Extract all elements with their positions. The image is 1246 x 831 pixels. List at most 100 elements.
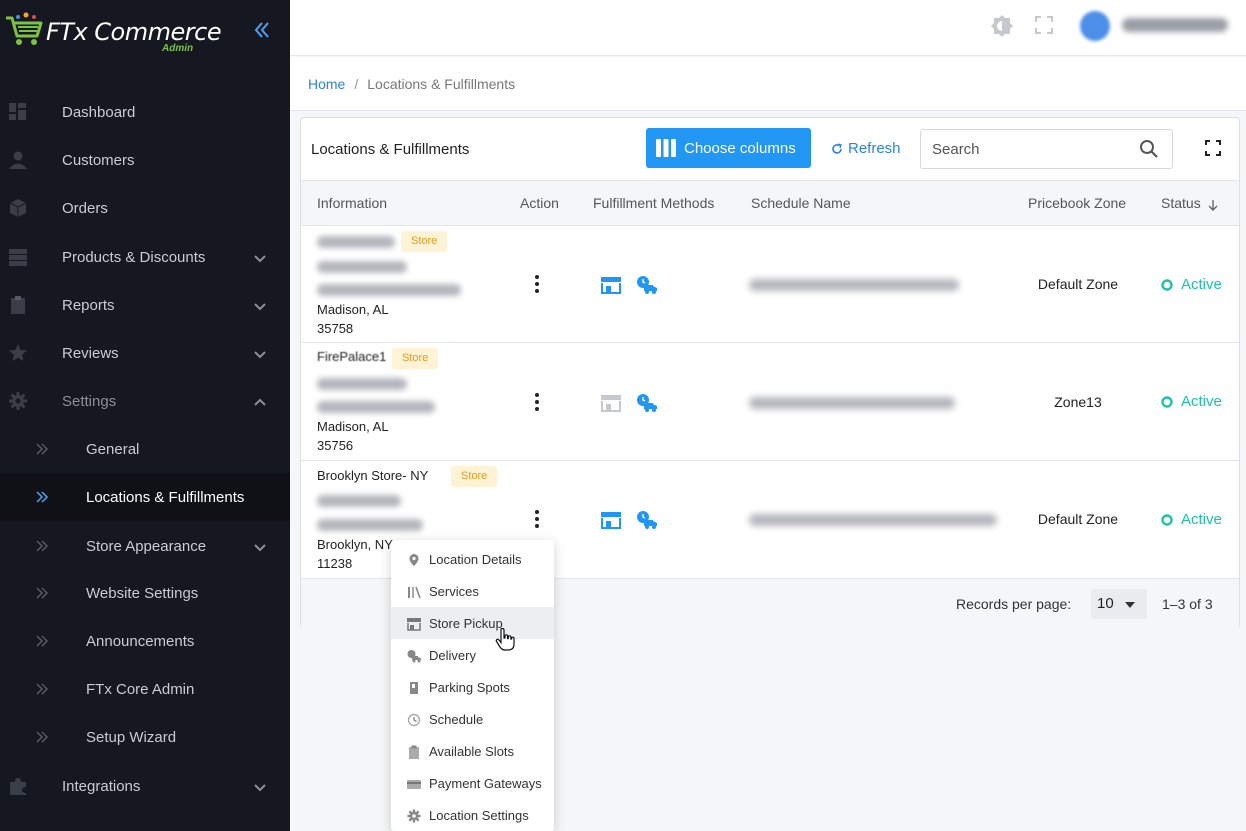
sidebar-item-settings[interactable]: Settings: [0, 377, 290, 425]
delivery-icon: [637, 511, 657, 529]
hand-cursor-icon: [495, 628, 515, 651]
redacted-phone: [317, 495, 401, 507]
sidebar-item-label: Integrations: [62, 777, 141, 795]
header-schedule[interactable]: Schedule Name: [751, 195, 851, 211]
menu-item-services[interactable]: Services: [391, 575, 554, 607]
status-badge: Active: [1161, 276, 1222, 293]
kebab-menu-icon[interactable]: [529, 392, 545, 412]
clipboard-icon: [409, 745, 419, 759]
records-per-page-label: Records per page:: [956, 596, 1072, 612]
logo-subtitle: Admin: [162, 43, 194, 54]
box-icon: [9, 199, 27, 217]
menu-item-label: Payment Gateways: [429, 775, 542, 791]
sidebar-item-label: Settings: [62, 392, 117, 410]
chevron-right-icon: [36, 635, 49, 647]
sidebar-item-integrations[interactable]: Integrations: [0, 762, 290, 810]
status-badge: Active: [1161, 393, 1222, 410]
menu-item-schedule[interactable]: Schedule: [391, 703, 554, 735]
sidebar-item-dashboard[interactable]: Dashboard: [0, 88, 290, 136]
menu-item-available-slots[interactable]: Available Slots: [391, 735, 554, 767]
menu-item-label: Services: [429, 583, 479, 599]
sidebar-item-locations[interactable]: Locations & Fulfillments: [0, 473, 290, 521]
sidebar: FTx Commerce Admin Dashboard Customers O…: [0, 0, 290, 831]
sidebar-item-general[interactable]: General: [0, 425, 290, 473]
services-icon: [408, 586, 421, 599]
chevron-right-icon: [36, 587, 49, 599]
delivery-icon: [407, 650, 421, 663]
top-bar: [290, 0, 1246, 56]
fullscreen-icon[interactable]: [1035, 16, 1053, 34]
menu-item-store-pickup[interactable]: Store Pickup: [391, 607, 554, 639]
records-per-page-value: 10: [1097, 595, 1114, 612]
header-information[interactable]: Information: [317, 195, 387, 211]
sidebar-item-label: Store Appearance: [86, 537, 207, 555]
breadcrumb-current: Locations & Fulfillments: [367, 75, 516, 92]
status-badge: Active: [1161, 511, 1222, 528]
star-icon: [9, 344, 27, 361]
chevron-right-icon: [36, 540, 49, 552]
status-label: Active: [1181, 276, 1222, 293]
header-fulfillment[interactable]: Fulfillment Methods: [593, 195, 714, 211]
puzzle-icon: [10, 778, 26, 795]
kebab-menu-icon[interactable]: [529, 509, 545, 529]
collapse-sidebar-icon[interactable]: [250, 18, 274, 42]
columns-icon: [656, 139, 676, 157]
sidebar-item-label: Products & Discounts: [62, 248, 206, 266]
redacted-phone: [317, 378, 407, 390]
expand-icon[interactable]: [1205, 140, 1221, 156]
redacted-schedule-name: [749, 279, 959, 291]
menu-item-parking-spots[interactable]: Parking Spots: [391, 671, 554, 703]
menu-item-label: Parking Spots: [429, 679, 510, 695]
table-row: Store Madison, AL 35758 Default Zone Act…: [301, 226, 1239, 343]
sidebar-item-customers[interactable]: Customers: [0, 136, 290, 184]
sidebar-item-products[interactable]: Products & Discounts: [0, 233, 290, 281]
choose-columns-button[interactable]: Choose columns: [646, 128, 811, 168]
header-action: Action: [520, 195, 559, 211]
active-dot-icon: [1161, 395, 1173, 408]
pricebook-zone: Zone13: [1054, 394, 1102, 410]
refresh-button[interactable]: Refresh: [831, 140, 901, 157]
sidebar-item-ftx-core-admin[interactable]: FTx Core Admin: [0, 665, 290, 713]
search-field[interactable]: [920, 129, 1173, 169]
sort-arrow-icon[interactable]: [1207, 199, 1219, 211]
sidebar-item-reports[interactable]: Reports: [0, 281, 290, 329]
user-name-redacted[interactable]: [1122, 18, 1228, 32]
action-menu: Location Details Services Store Pickup D…: [391, 540, 554, 831]
card-icon: [407, 780, 421, 789]
header-status[interactable]: Status: [1161, 195, 1201, 211]
search-icon[interactable]: [1139, 139, 1159, 159]
breadcrumb-home-link[interactable]: Home: [308, 76, 345, 92]
chevron-down-icon: [254, 784, 266, 792]
table-row: FirePalace1 Store Madison, AL 35756 Zone…: [301, 343, 1239, 461]
location-name: Brooklyn Store- NY: [317, 468, 429, 483]
sidebar-item-orders[interactable]: Orders: [0, 184, 290, 232]
menu-item-location-settings[interactable]: Location Settings: [391, 799, 554, 831]
sidebar-item-announcements[interactable]: Announcements: [0, 617, 290, 665]
theme-toggle-icon[interactable]: [990, 14, 1014, 38]
menu-item-payment-gateways[interactable]: Payment Gateways: [391, 767, 554, 799]
sidebar-item-store-appearance[interactable]: Store Appearance: [0, 522, 290, 570]
records-per-page-select[interactable]: 10: [1091, 589, 1147, 619]
header-pricebook[interactable]: Pricebook Zone: [1028, 195, 1126, 211]
sidebar-item-reviews[interactable]: Reviews: [0, 329, 290, 377]
location-zip: 35756: [317, 438, 354, 453]
dashboard-icon: [9, 103, 26, 120]
search-input[interactable]: [932, 139, 1122, 159]
clock-icon: [407, 713, 421, 727]
redacted-schedule-name: [749, 514, 997, 526]
redacted-address: [317, 519, 423, 531]
refresh-icon: [832, 142, 842, 154]
avatar[interactable]: [1080, 11, 1110, 41]
app-logo[interactable]: FTx Commerce Admin: [4, 6, 244, 54]
gear-icon: [9, 392, 27, 410]
active-dot-icon: [1161, 278, 1173, 291]
sidebar-item-website-settings[interactable]: Website Settings: [0, 569, 290, 617]
kebab-menu-icon[interactable]: [529, 274, 545, 294]
sidebar-item-label: Reviews: [62, 344, 119, 362]
menu-item-location-details[interactable]: Location Details: [391, 543, 554, 575]
sidebar-item-label: Orders: [62, 199, 108, 217]
sidebar-item-label: Reports: [62, 296, 115, 314]
sidebar-item-setup-wizard[interactable]: Setup Wizard: [0, 713, 290, 761]
menu-item-label: Schedule: [429, 711, 484, 727]
menu-item-delivery[interactable]: Delivery: [391, 639, 554, 671]
